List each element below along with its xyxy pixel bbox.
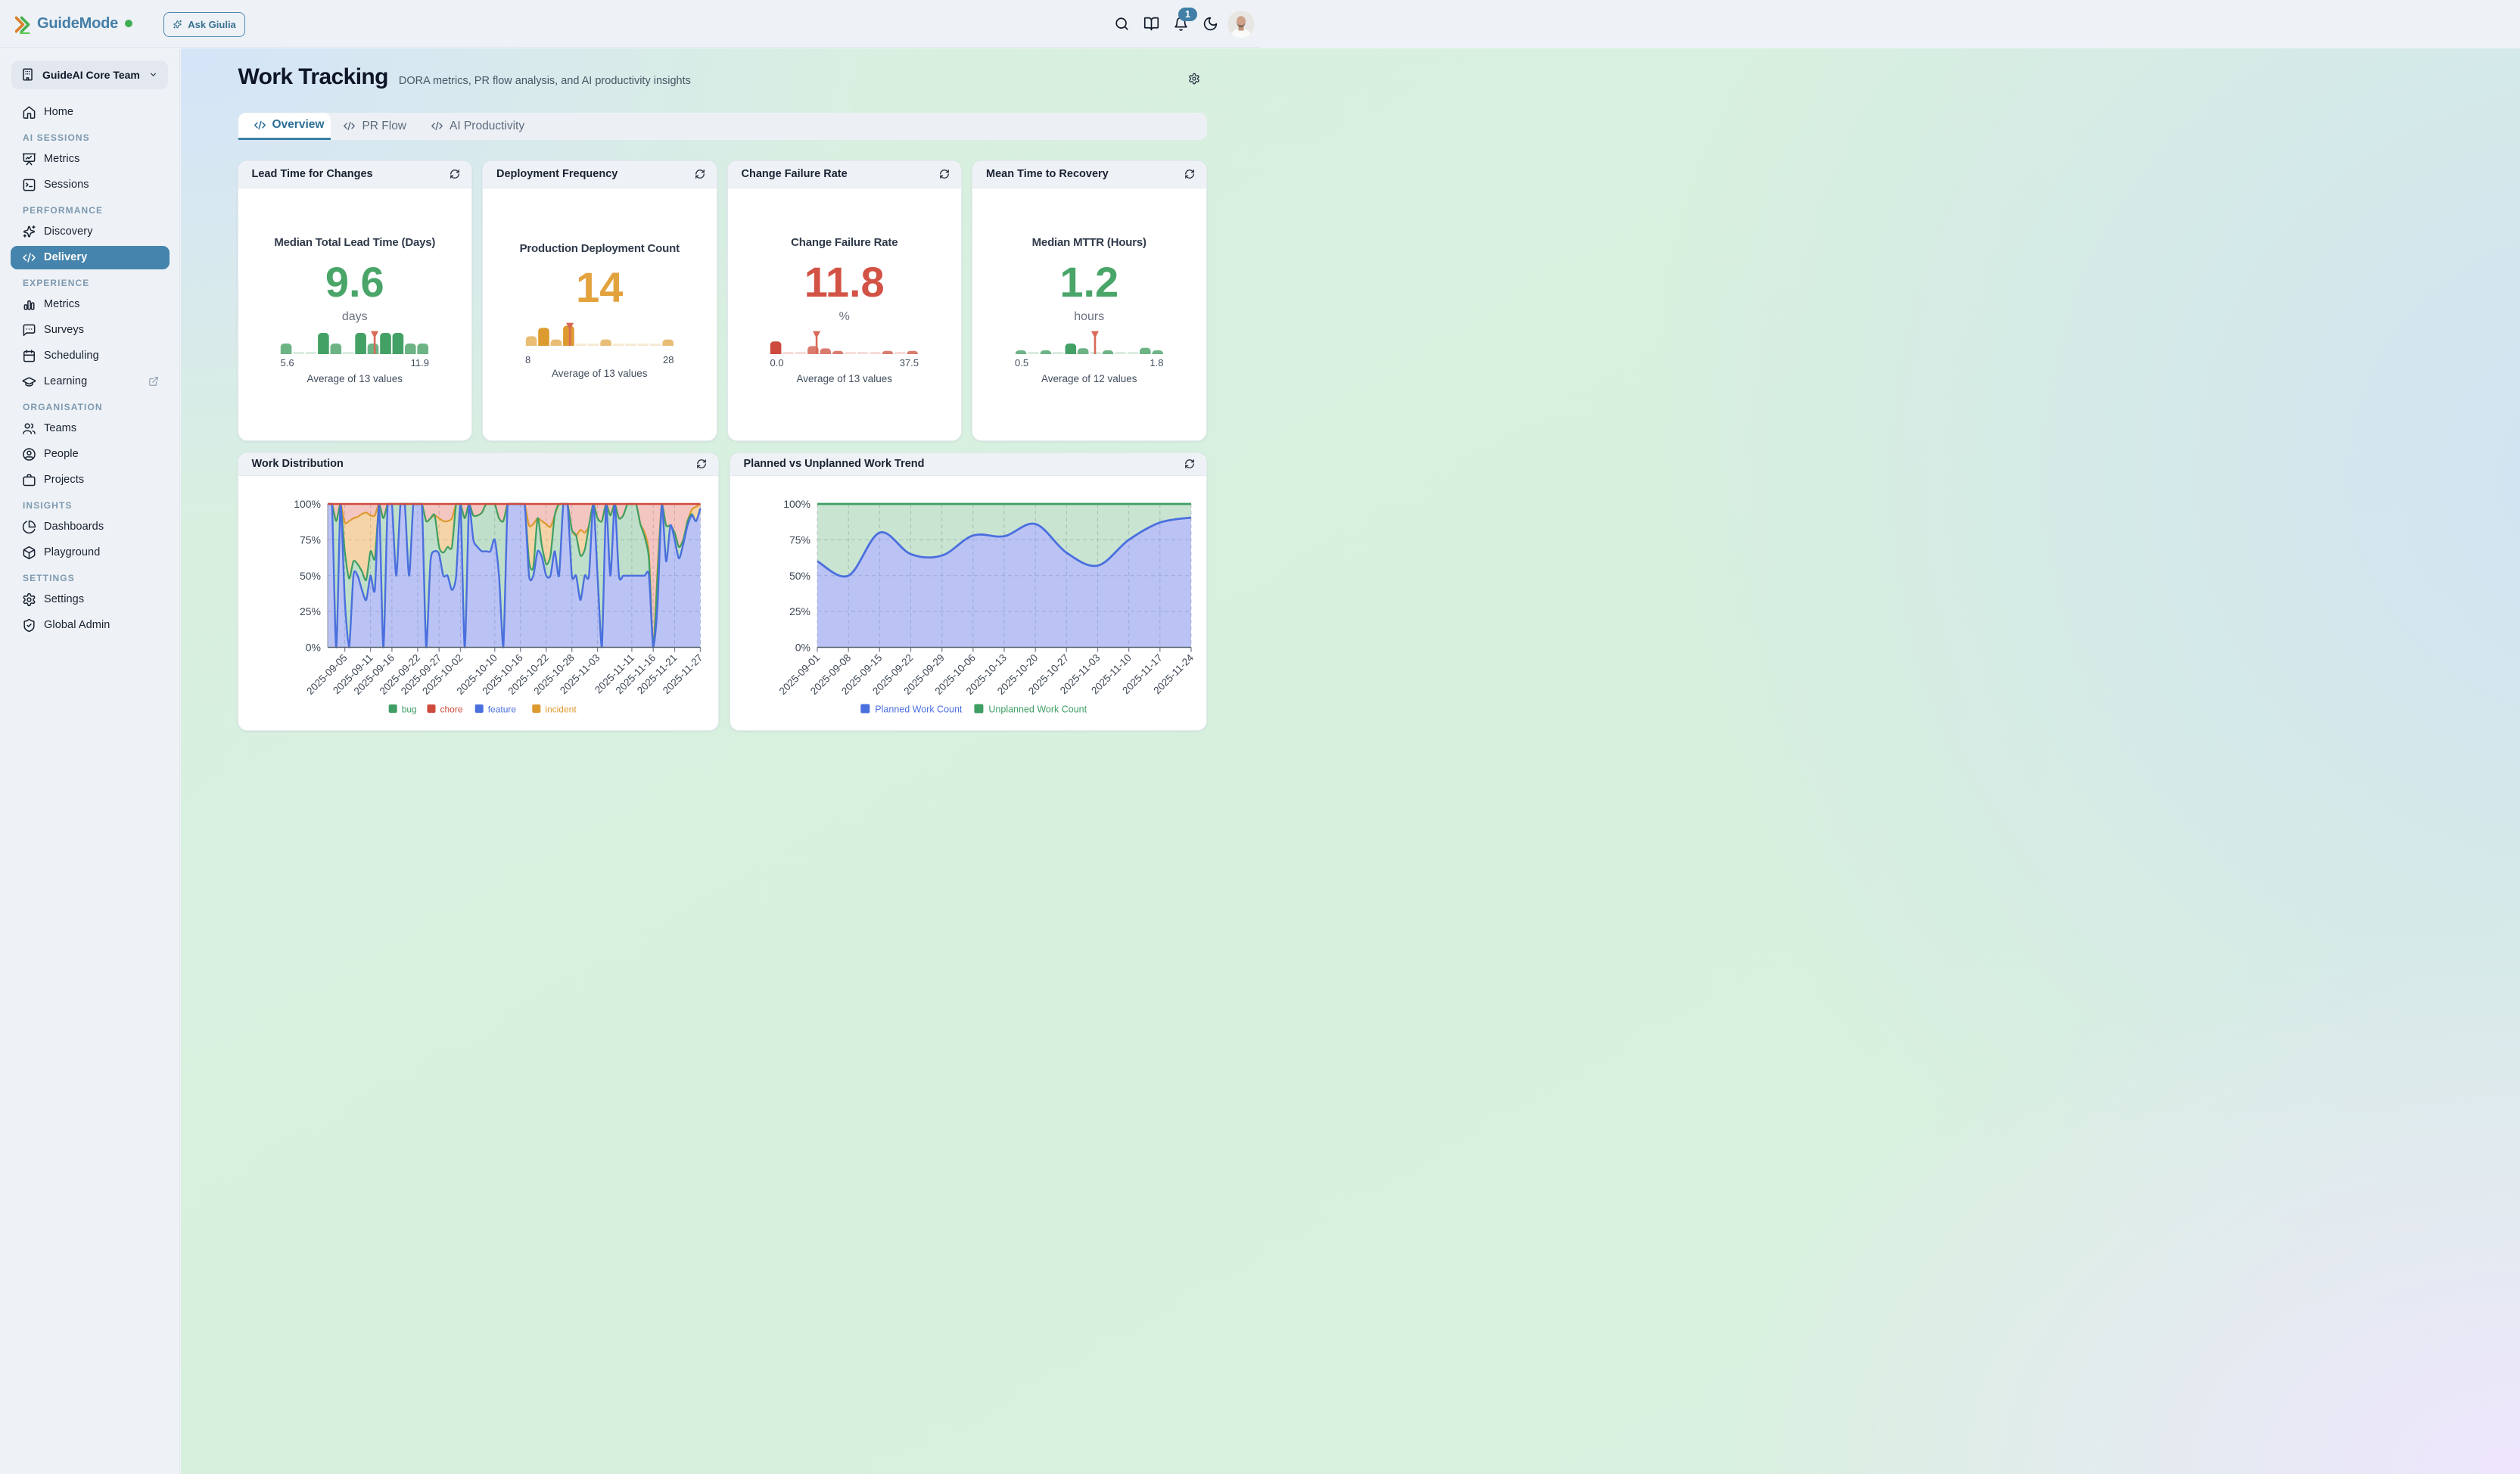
svg-text:100%: 100% [783,498,810,510]
svg-text:75%: 75% [299,533,320,546]
svg-text:Planned Work Count: Planned Work Count [875,704,963,714]
svg-text:0%: 0% [795,641,810,653]
svg-text:feature: feature [487,704,516,714]
svg-text:incident: incident [545,704,577,714]
svg-text:0%: 0% [305,641,320,653]
svg-text:100%: 100% [294,498,321,510]
svg-text:Unplanned Work Count: Unplanned Work Count [988,704,1087,714]
svg-text:50%: 50% [789,569,810,581]
svg-text:50%: 50% [299,569,320,581]
svg-text:bug: bug [401,704,416,714]
svg-text:chore: chore [440,704,462,714]
svg-text:25%: 25% [789,605,810,617]
svg-text:25%: 25% [299,605,320,617]
svg-text:75%: 75% [789,533,810,546]
